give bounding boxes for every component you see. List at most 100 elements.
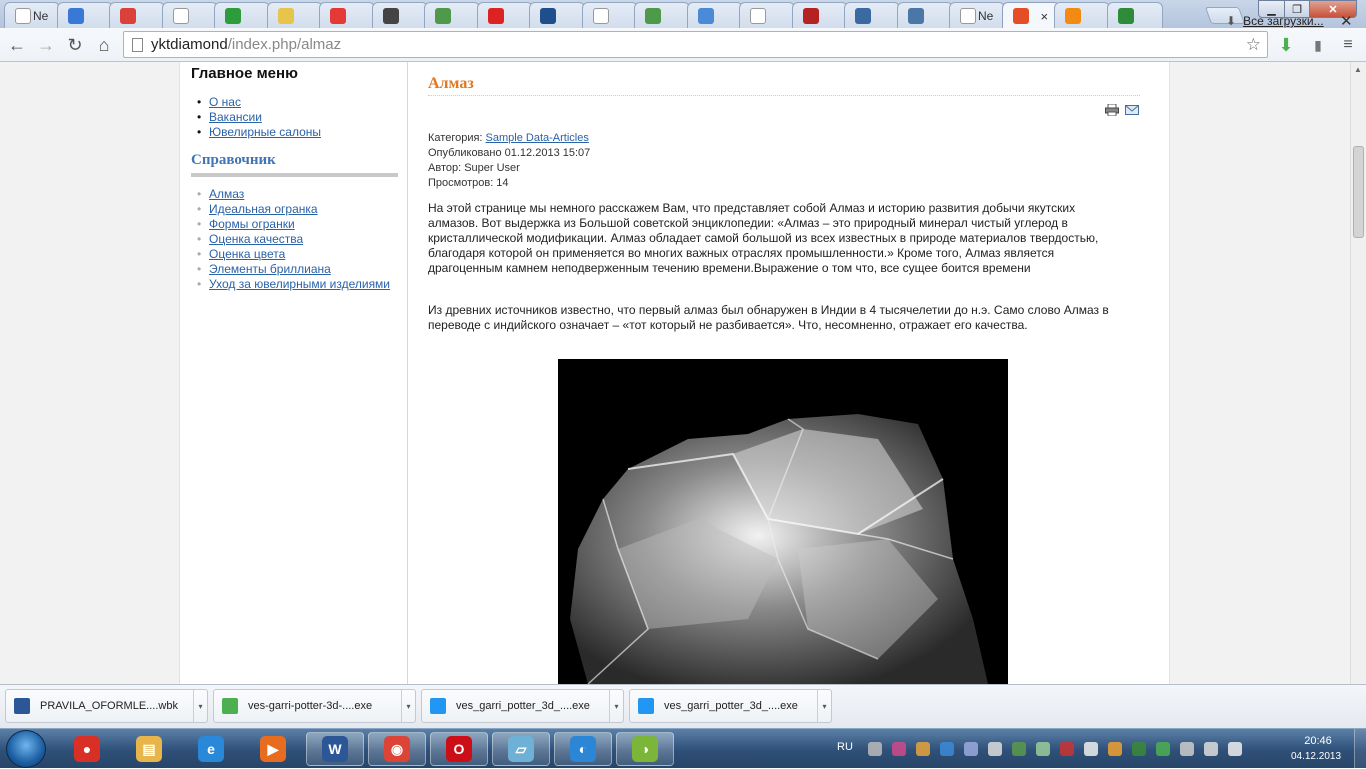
tray-icon[interactable] bbox=[1228, 742, 1242, 756]
browser-tab[interactable] bbox=[739, 2, 795, 28]
tray-icon[interactable] bbox=[1012, 742, 1026, 756]
taskbar-app[interactable]: ▤ bbox=[120, 732, 178, 766]
tray-icon[interactable] bbox=[940, 742, 954, 756]
reference-menu-link[interactable]: Элементы бриллиана bbox=[209, 262, 331, 276]
main-menu-item[interactable]: О нас bbox=[191, 95, 321, 110]
browser-tab[interactable] bbox=[371, 2, 428, 28]
browser-tab[interactable] bbox=[424, 2, 480, 28]
email-icon[interactable] bbox=[1125, 105, 1139, 115]
taskbar-app[interactable]: ◑ bbox=[616, 732, 674, 766]
start-button[interactable] bbox=[6, 730, 46, 768]
browser-tab[interactable] bbox=[634, 2, 690, 28]
browser-tab[interactable] bbox=[896, 2, 953, 28]
browser-tab[interactable]: Ne bbox=[949, 2, 1005, 28]
browser-tab[interactable] bbox=[214, 2, 270, 28]
language-indicator[interactable]: RU bbox=[837, 741, 853, 753]
browser-tab[interactable] bbox=[844, 2, 900, 28]
reference-menu-item[interactable]: Оценка качества bbox=[191, 232, 390, 247]
browser-tab[interactable] bbox=[791, 2, 848, 28]
menu-icon[interactable]: ≡ bbox=[1336, 33, 1360, 57]
scrollbar-thumb[interactable] bbox=[1353, 146, 1364, 238]
tray-icon[interactable] bbox=[988, 742, 1002, 756]
tray-icon[interactable] bbox=[1132, 742, 1146, 756]
reference-menu-item[interactable]: Формы огранки bbox=[191, 217, 390, 232]
chevron-down-icon[interactable]: ▾ bbox=[817, 690, 831, 722]
back-icon[interactable]: ← bbox=[5, 33, 29, 57]
reference-menu-link[interactable]: Алмаз bbox=[209, 187, 244, 201]
tray-icon[interactable] bbox=[1036, 742, 1050, 756]
reference-menu-item[interactable]: Оценка цвета bbox=[191, 247, 390, 262]
downloads-bar: PRAVILA_OFORMLE....wbk ▾ ves-garri-potter-… bbox=[0, 684, 1366, 728]
taskbar-app[interactable]: ◉ bbox=[368, 732, 426, 766]
tray-icon[interactable] bbox=[1084, 742, 1098, 756]
clock-date[interactable]: 04.12.2013 bbox=[1284, 751, 1348, 762]
tray-icon[interactable] bbox=[1204, 742, 1218, 756]
download-arrow-icon[interactable]: ⬇ bbox=[1274, 33, 1298, 57]
taskbar-app[interactable]: ▱ bbox=[492, 732, 550, 766]
main-menu-item[interactable]: Ювелирные салоны bbox=[191, 125, 321, 140]
tray-icon[interactable] bbox=[1156, 742, 1170, 756]
taskbar-app[interactable]: e bbox=[182, 732, 240, 766]
tray-icon[interactable] bbox=[892, 742, 906, 756]
browser-tab[interactable] bbox=[266, 2, 323, 28]
reference-menu-item[interactable]: Уход за ювелирными изделиями bbox=[191, 277, 390, 292]
close-downloads-icon[interactable]: ✕ bbox=[1340, 12, 1353, 30]
download-item[interactable]: PRAVILA_OFORMLE....wbk ▾ bbox=[5, 689, 208, 723]
browser-tab[interactable] bbox=[686, 2, 743, 28]
show-desktop-button[interactable] bbox=[1354, 729, 1366, 769]
browser-tab[interactable] bbox=[161, 2, 218, 28]
vertical-scrollbar[interactable]: ▲ bbox=[1350, 62, 1366, 684]
taskbar-app[interactable]: ● bbox=[58, 732, 116, 766]
scroll-up-icon[interactable]: ▲ bbox=[1354, 65, 1362, 74]
tray-icon[interactable] bbox=[1180, 742, 1194, 756]
address-bar[interactable]: yktdiamond/index.php/almaz ☆ bbox=[123, 31, 1268, 58]
reference-menu-item[interactable]: Алмаз bbox=[191, 187, 390, 202]
close-tab-icon[interactable]: × bbox=[1041, 9, 1049, 24]
main-menu-item[interactable]: Вакансии bbox=[191, 110, 321, 125]
browser-tab[interactable] bbox=[476, 2, 533, 28]
chevron-down-icon[interactable]: ▾ bbox=[609, 690, 623, 722]
bookmark-star-icon[interactable]: ☆ bbox=[1246, 35, 1261, 55]
browser-tab[interactable] bbox=[1106, 2, 1163, 28]
browser-tab[interactable] bbox=[56, 2, 113, 28]
download-item[interactable]: ves-garri-potter-3d-....exe ▾ bbox=[213, 689, 416, 723]
tray-icon[interactable] bbox=[868, 742, 882, 756]
reload-icon[interactable]: ↻ bbox=[63, 33, 87, 57]
forward-icon[interactable]: → bbox=[34, 33, 58, 57]
browser-tab[interactable] bbox=[1054, 2, 1110, 28]
chevron-down-icon[interactable]: ▾ bbox=[401, 690, 415, 722]
clock-time[interactable]: 20:46 bbox=[1290, 735, 1346, 747]
reference-menu-item[interactable]: Элементы бриллиана bbox=[191, 262, 390, 277]
tray-icon[interactable] bbox=[964, 742, 978, 756]
browser-tab[interactable] bbox=[581, 2, 638, 28]
all-downloads-link[interactable]: ⬇ Все загрузки... bbox=[1226, 14, 1324, 28]
taskbar-app[interactable]: ▶ bbox=[244, 732, 302, 766]
main-menu-link[interactable]: Вакансии bbox=[209, 110, 262, 124]
category-link[interactable]: Sample Data-Articles bbox=[486, 132, 589, 144]
print-icon[interactable] bbox=[1105, 104, 1119, 116]
browser-tab[interactable] bbox=[109, 2, 165, 28]
browser-tab[interactable] bbox=[529, 2, 585, 28]
main-menu-link[interactable]: О нас bbox=[209, 95, 241, 109]
taskbar-app[interactable]: W bbox=[306, 732, 364, 766]
tray-icon[interactable] bbox=[1108, 742, 1122, 756]
signal-bars-icon[interactable]: ▮ bbox=[1306, 33, 1330, 57]
browser-tab[interactable] bbox=[319, 2, 375, 28]
main-menu-link[interactable]: Ювелирные салоны bbox=[209, 125, 321, 139]
reference-menu-item[interactable]: Идеальная огранка bbox=[191, 202, 390, 217]
reference-menu-link[interactable]: Уход за ювелирными изделиями bbox=[209, 277, 390, 291]
download-item[interactable]: ves_garri_potter_3d_....exe ▾ bbox=[629, 689, 832, 723]
reference-menu-link[interactable]: Формы огранки bbox=[209, 217, 295, 231]
taskbar-app[interactable]: O bbox=[430, 732, 488, 766]
taskbar-app[interactable]: ◐ bbox=[554, 732, 612, 766]
download-item[interactable]: ves_garri_potter_3d_....exe ▾ bbox=[421, 689, 624, 723]
reference-menu-link[interactable]: Идеальная огранка bbox=[209, 202, 318, 216]
tray-icon[interactable] bbox=[916, 742, 930, 756]
chevron-down-icon[interactable]: ▾ bbox=[193, 690, 207, 722]
browser-tab[interactable]: × bbox=[1001, 2, 1060, 29]
reference-menu-link[interactable]: Оценка цвета bbox=[209, 247, 285, 261]
home-icon[interactable]: ⌂ bbox=[92, 33, 116, 57]
browser-tab[interactable]: Ne bbox=[4, 2, 60, 28]
reference-menu-link[interactable]: Оценка качества bbox=[209, 232, 303, 246]
tray-icon[interactable] bbox=[1060, 742, 1074, 756]
